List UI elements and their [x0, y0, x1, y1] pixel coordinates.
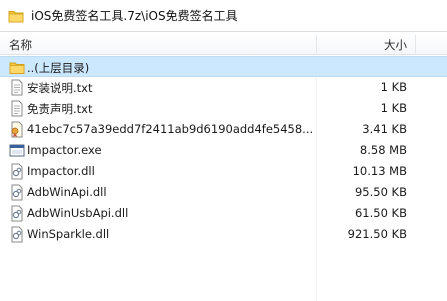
file-size: 61.50 KB	[354, 206, 407, 220]
list-item[interactable]: Impactor.dll 10.13 MB	[0, 161, 447, 182]
dll-file-icon	[11, 163, 23, 180]
column-separator-right[interactable]	[415, 35, 416, 53]
file-size: 10.13 MB	[352, 164, 407, 178]
file-name: Impactor.exe	[27, 143, 102, 157]
column-size-header[interactable]: 大小	[384, 37, 407, 53]
file-size: 1 KB	[380, 101, 407, 115]
path-text: iOS免费签名工具.7z\iOS免费签名工具	[31, 9, 238, 23]
folder-icon	[8, 10, 24, 22]
certificate-file-icon	[11, 121, 23, 138]
file-name: 41ebc7c57a39edd7f2411ab9d6190add4fe5458.…	[27, 122, 314, 136]
list-item[interactable]: AdbWinApi.dll 95.50 KB	[0, 182, 447, 203]
folder-up-icon	[9, 62, 25, 74]
file-size: 3.41 KB	[362, 122, 407, 136]
file-name: ..(上层目录)	[27, 61, 90, 75]
dll-file-icon	[11, 205, 23, 222]
file-name: AdbWinApi.dll	[27, 185, 107, 199]
list-item[interactable]: 免责声明.txt 1 KB	[0, 98, 447, 119]
file-name: 免责声明.txt	[27, 102, 93, 116]
list-item-parent-folder[interactable]: ..(上层目录)	[0, 56, 447, 77]
file-name: 安装说明.txt	[27, 81, 93, 95]
text-file-icon	[11, 100, 23, 117]
column-separator[interactable]	[316, 35, 317, 53]
list-item[interactable]: Impactor.exe 8.58 MB	[0, 140, 447, 161]
path-bar[interactable]: iOS免费签名工具.7z\iOS免费签名工具	[0, 0, 447, 32]
column-header: 名称 大小	[0, 33, 447, 55]
dll-file-icon	[11, 226, 23, 243]
text-file-icon	[11, 79, 23, 96]
list-item[interactable]: 安装说明.txt 1 KB	[0, 77, 447, 98]
file-list: ..(上层目录) 安装说明.txt 1 KB 免责声明.txt 1 KB 41e…	[0, 56, 447, 245]
file-name: Impactor.dll	[27, 164, 95, 178]
file-size: 8.58 MB	[359, 143, 407, 157]
exe-file-icon	[9, 144, 25, 157]
column-name-header[interactable]: 名称	[9, 37, 32, 53]
list-item[interactable]: 41ebc7c57a39edd7f2411ab9d6190add4fe5458.…	[0, 119, 447, 140]
list-item[interactable]: AdbWinUsbApi.dll 61.50 KB	[0, 203, 447, 224]
file-size: 921.50 KB	[347, 227, 407, 241]
file-name: AdbWinUsbApi.dll	[27, 206, 129, 220]
dll-file-icon	[11, 184, 23, 201]
file-name: WinSparkle.dll	[27, 227, 110, 241]
file-size: 1 KB	[380, 80, 407, 94]
file-size: 95.50 KB	[354, 185, 407, 199]
list-item[interactable]: WinSparkle.dll 921.50 KB	[0, 224, 447, 245]
